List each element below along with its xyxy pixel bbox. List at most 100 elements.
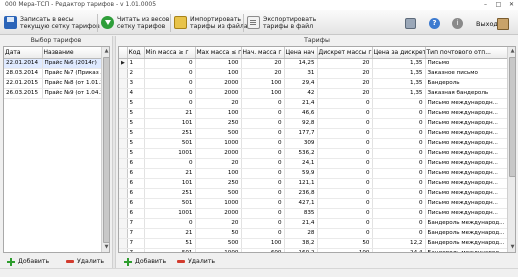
mass-step[interactable]: 0 — [317, 188, 373, 199]
right-delete-button[interactable]: Удалить — [177, 256, 215, 267]
tariff-set-row[interactable]: 28.03.2014Прайс №7 (Приказ №5... — [4, 68, 103, 79]
tariff-set-row[interactable]: 22.01.2015Прайс №8 (от 1.01.2015) — [4, 78, 103, 89]
start-price[interactable]: 21,4 — [284, 98, 318, 109]
step-price[interactable]: 0 — [372, 208, 426, 219]
max-mass[interactable]: 2000 — [195, 208, 242, 219]
start-mass[interactable]: 20 — [241, 58, 285, 69]
min-mass[interactable]: 251 — [144, 128, 196, 139]
mail-type[interactable]: Письмо международн... — [425, 138, 508, 149]
min-mass[interactable]: 21 — [144, 228, 196, 239]
mass-step[interactable]: 100 — [317, 248, 373, 252]
tariff-sets-grid[interactable]: Дата Название 22.01.2014 Прайс №6 (2014г)… — [3, 46, 110, 253]
mail-type[interactable]: Письмо международн... — [425, 208, 508, 219]
mass-step[interactable]: 0 — [317, 128, 373, 139]
max-mass[interactable]: 500 — [195, 188, 242, 199]
row-header[interactable] — [119, 98, 128, 109]
step-price[interactable]: 1,35 — [372, 88, 426, 99]
tariff-row[interactable]: 6 501 1000 0 427,1 0 0 Письмо международн... — [119, 198, 508, 209]
tariff-code[interactable]: 4 — [127, 88, 145, 99]
max-mass[interactable]: 100 — [195, 108, 242, 119]
start-price[interactable]: 14,25 — [284, 58, 318, 69]
tariff-row[interactable]: 7 51 500 100 38,2 50 12,2 Бандероль международ.… — [119, 238, 508, 249]
close-button[interactable]: ✕ — [505, 0, 518, 10]
mass-step[interactable]: 0 — [317, 98, 373, 109]
tariff-set-row[interactable]: 22.01.2014 Прайс №6 (2014г) — [4, 58, 103, 69]
start-price[interactable]: 835 — [284, 208, 318, 219]
min-mass[interactable]: 1001 — [144, 208, 196, 219]
import-tariffs-button[interactable]: Импортировать тарифы из файла — [174, 12, 248, 33]
start-price[interactable]: 28 — [284, 228, 318, 239]
step-price[interactable]: 0 — [372, 138, 426, 149]
min-mass[interactable]: 0 — [144, 218, 196, 229]
tariff-row[interactable]: 5 0 20 0 21,4 0 0 Письмо международн... — [119, 98, 508, 109]
exit-door-icon[interactable] — [497, 18, 509, 30]
min-mass[interactable]: 0 — [144, 58, 196, 69]
tariff-code[interactable]: 6 — [127, 178, 145, 189]
mass-step[interactable]: 0 — [317, 168, 373, 179]
mail-type[interactable]: Бандероль международ... — [425, 248, 508, 252]
start-mass[interactable]: 0 — [241, 188, 285, 199]
mass-step[interactable]: 20 — [317, 78, 373, 89]
current-row-indicator-icon[interactable]: ▶ — [119, 58, 128, 69]
mail-type[interactable]: Письмо международн... — [425, 118, 508, 129]
mail-type[interactable]: Письмо международн... — [425, 158, 508, 169]
step-price[interactable]: 0 — [372, 228, 426, 239]
start-mass[interactable]: 100 — [241, 238, 285, 249]
tariffs-grid[interactable]: Код Min масса ≥ г Max масса ≤ г Нач. мас… — [118, 46, 516, 253]
step-price[interactable]: 0 — [372, 98, 426, 109]
start-price[interactable]: 121,1 — [284, 178, 318, 189]
start-mass[interactable]: 0 — [241, 98, 285, 109]
row-header[interactable] — [119, 78, 128, 89]
start-mass[interactable]: 0 — [241, 148, 285, 159]
scroll-thumb[interactable] — [509, 57, 515, 177]
mail-type[interactable]: Письмо международн... — [425, 188, 508, 199]
write-to-scales-button[interactable]: Записать в весы текущую сетку тарифов — [4, 12, 100, 33]
min-mass[interactable]: 0 — [144, 68, 196, 79]
tariff-code[interactable]: 7 — [127, 218, 145, 229]
tariff-set-name[interactable]: Прайс №6 (2014г) — [42, 58, 103, 69]
start-mass[interactable]: 100 — [241, 78, 285, 89]
max-mass[interactable]: 250 — [195, 178, 242, 189]
tariff-row[interactable]: 5 1001 2000 0 536,2 0 0 Письмо международн... — [119, 148, 508, 159]
tariff-set-name[interactable]: Прайс №7 (Приказ №5... — [42, 68, 103, 79]
tariff-code[interactable]: 7 — [127, 238, 145, 249]
min-mass[interactable]: 101 — [144, 118, 196, 129]
tariff-set-date[interactable]: 28.03.2014 — [4, 68, 43, 79]
printer-icon[interactable] — [405, 18, 416, 29]
mass-step[interactable]: 0 — [317, 148, 373, 159]
mail-type[interactable]: Письмо международн... — [425, 168, 508, 179]
mass-step[interactable]: 20 — [317, 88, 373, 99]
start-mass[interactable]: 20 — [241, 68, 285, 79]
step-price[interactable]: 0 — [372, 108, 426, 119]
tariff-code[interactable]: 5 — [127, 148, 145, 159]
tariff-set-name[interactable]: Прайс №9 (от 1.04.2015) — [42, 88, 103, 99]
row-header[interactable] — [119, 198, 128, 209]
max-mass[interactable]: 100 — [195, 168, 242, 179]
step-price[interactable]: 1,35 — [372, 68, 426, 79]
step-price[interactable]: 0 — [372, 118, 426, 129]
right-add-button[interactable]: Добавить — [124, 256, 166, 267]
tariff-row[interactable]: 6 101 250 0 121,1 0 0 Письмо международн... — [119, 178, 508, 189]
tariff-row[interactable]: 6 1001 2000 0 835 0 0 Письмо международн... — [119, 208, 508, 219]
min-mass[interactable]: 101 — [144, 178, 196, 189]
tariff-code[interactable]: 3 — [127, 78, 145, 89]
start-price[interactable]: 59,9 — [284, 168, 318, 179]
start-mass[interactable]: 0 — [241, 198, 285, 209]
start-price[interactable]: 24,1 — [284, 158, 318, 169]
mail-type[interactable]: Бандероль международ... — [425, 228, 508, 239]
start-mass[interactable]: 0 — [241, 138, 285, 149]
start-price[interactable]: 46,6 — [284, 108, 318, 119]
tariff-code[interactable]: 6 — [127, 168, 145, 179]
min-mass[interactable]: 501 — [144, 198, 196, 209]
start-price[interactable]: 177,7 — [284, 128, 318, 139]
tariff-code[interactable]: 1 — [127, 58, 145, 69]
start-price[interactable]: 31 — [284, 68, 318, 79]
min-mass[interactable]: 501 — [144, 248, 196, 252]
mail-type[interactable]: Заказное письмо — [425, 68, 508, 79]
tariff-code[interactable]: 6 — [127, 208, 145, 219]
tariff-code[interactable]: 5 — [127, 138, 145, 149]
start-mass[interactable]: 600 — [241, 248, 285, 252]
start-mass[interactable]: 0 — [241, 128, 285, 139]
tariff-row[interactable]: 5 101 250 0 92,8 0 0 Письмо международн... — [119, 118, 508, 129]
min-mass[interactable]: 51 — [144, 238, 196, 249]
